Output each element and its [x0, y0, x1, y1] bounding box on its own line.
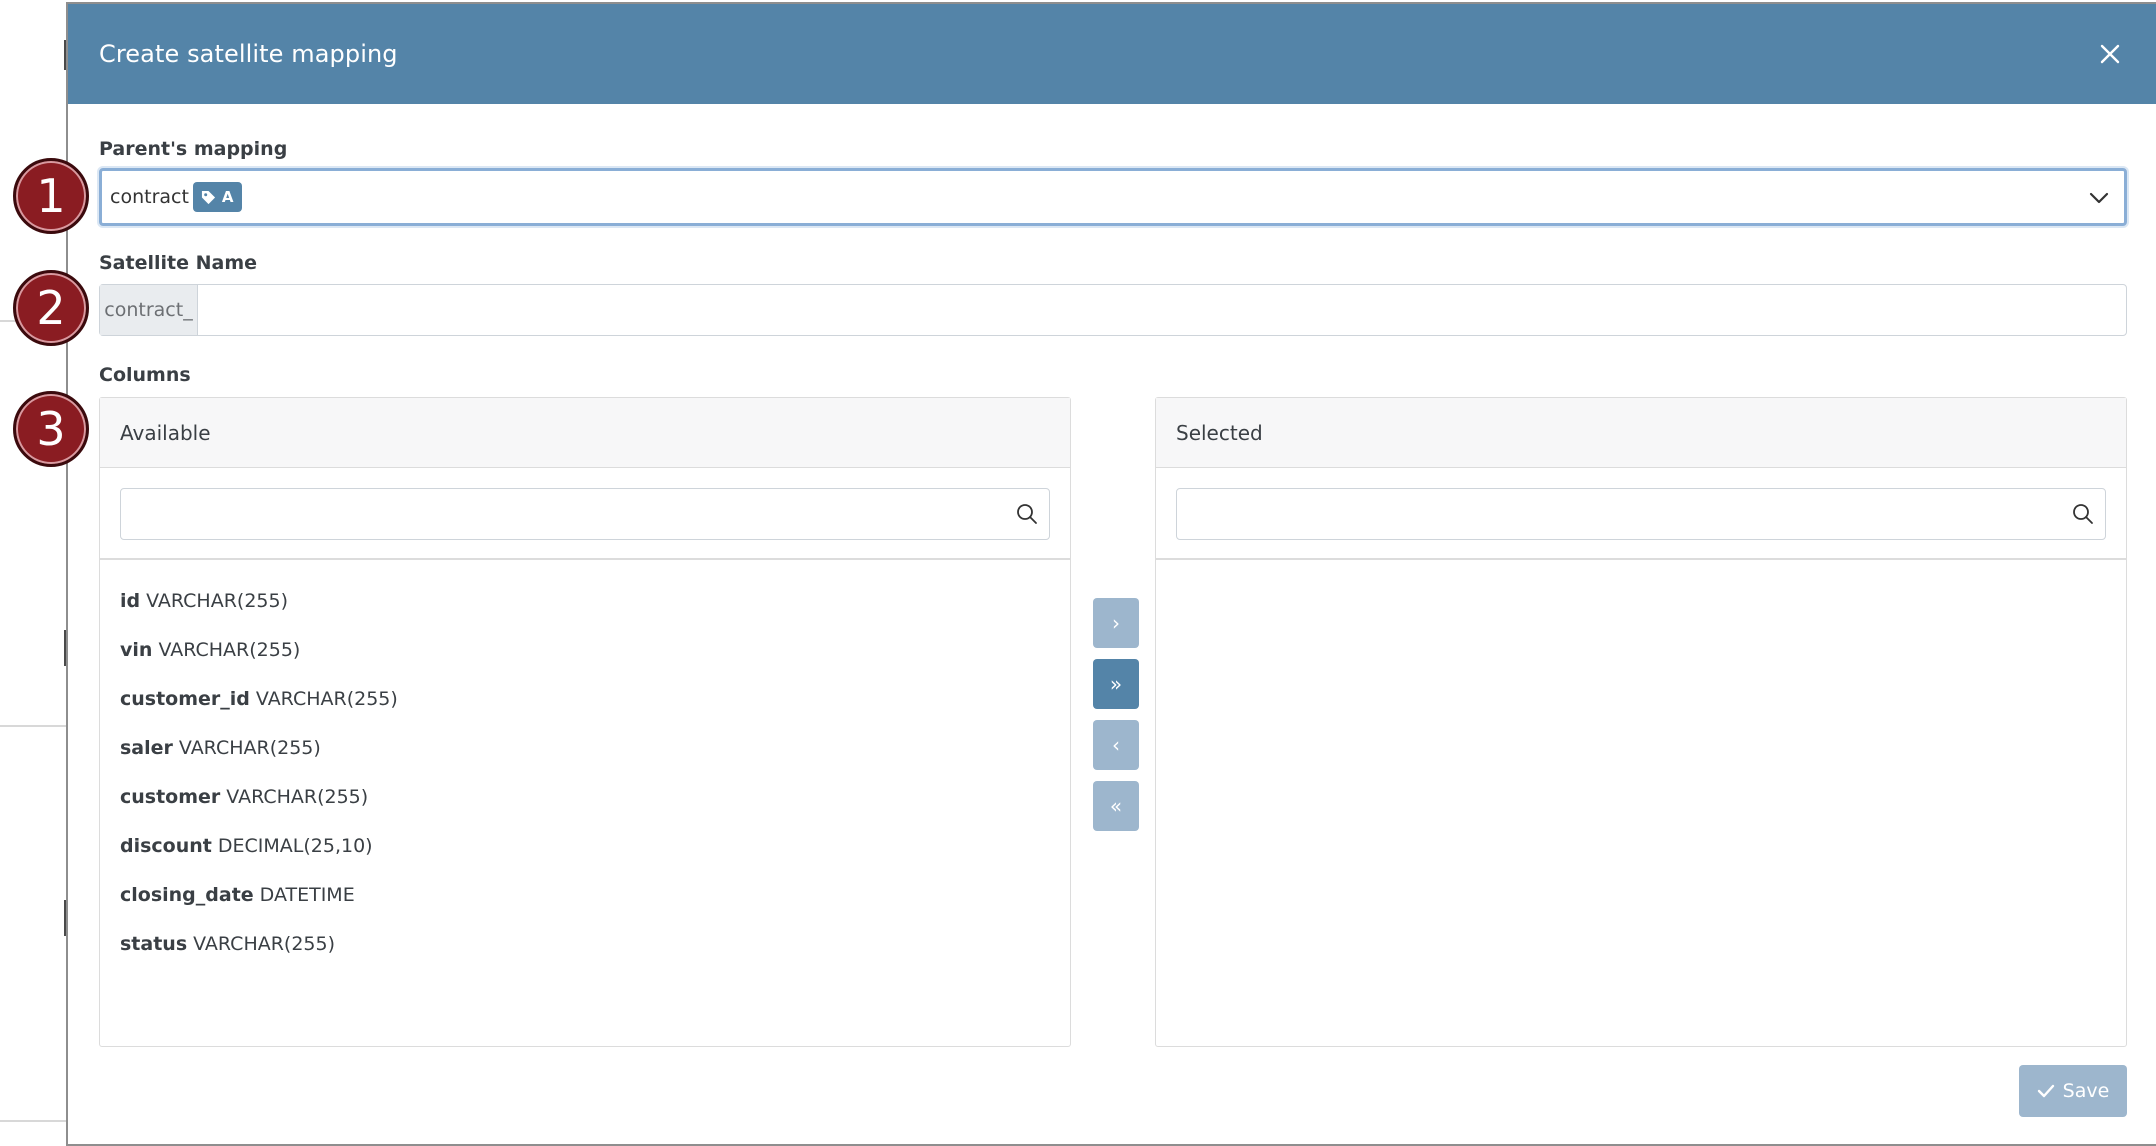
columns-label: Columns	[99, 364, 191, 386]
column-list-item[interactable]: customer_id VARCHAR(255)	[120, 674, 398, 723]
selected-panel-title: Selected	[1156, 398, 2126, 468]
move-all-right-button[interactable]: »	[1093, 659, 1139, 709]
column-name: vin	[120, 638, 153, 661]
column-name: discount	[120, 834, 212, 857]
mapping-type-badge-text: A	[221, 188, 234, 206]
chevron-down-icon	[2089, 192, 2109, 204]
check-icon	[2037, 1084, 2054, 1098]
column-name: status	[120, 932, 188, 955]
selected-search-input[interactable]	[1177, 489, 2071, 539]
column-type: VARCHAR(255)	[226, 785, 369, 808]
column-list-item[interactable]: saler VARCHAR(255)	[120, 723, 398, 772]
step-marker-1: 1	[13, 158, 89, 234]
save-button-label: Save	[2062, 1080, 2110, 1102]
parent-mapping-select[interactable]: contract A	[99, 168, 2127, 226]
background-fragment	[0, 725, 68, 727]
column-list-item[interactable]: id VARCHAR(255)	[120, 576, 398, 625]
column-list-item[interactable]: status VARCHAR(255)	[120, 919, 398, 968]
satellite-name-label: Satellite Name	[99, 252, 258, 274]
step-marker-2: 2	[13, 270, 89, 346]
column-list-item[interactable]: vin VARCHAR(255)	[120, 625, 398, 674]
column-type: VARCHAR(255)	[193, 932, 336, 955]
column-type: VARCHAR(255)	[255, 687, 398, 710]
satellite-name-prefix: contract_	[100, 285, 198, 335]
save-button[interactable]: Save	[2019, 1065, 2127, 1117]
column-type: VARCHAR(255)	[178, 736, 321, 759]
column-type: DECIMAL(25,10)	[217, 834, 373, 857]
tag-icon	[201, 190, 215, 204]
search-icon	[1017, 504, 1037, 524]
move-left-button[interactable]: ‹	[1093, 720, 1139, 770]
satellite-name-group: contract_	[99, 284, 2127, 336]
column-name: customer_id	[120, 687, 250, 710]
create-satellite-mapping-dialog: Create satellite mapping Parent's mappin…	[66, 2, 2156, 1146]
chevron-right-icon: ›	[1112, 611, 1120, 635]
satellite-name-input[interactable]	[198, 285, 2126, 335]
column-name: saler	[120, 736, 173, 759]
modal-header: Create satellite mapping	[68, 4, 2156, 104]
column-type: VARCHAR(255)	[158, 638, 301, 661]
parent-mapping-label: Parent's mapping	[99, 138, 288, 160]
column-name: id	[120, 589, 141, 612]
search-icon	[2073, 504, 2093, 524]
chevron-left-icon: ‹	[1112, 733, 1120, 757]
move-right-button[interactable]: ›	[1093, 598, 1139, 648]
double-chevron-left-icon: «	[1109, 794, 1123, 818]
selected-columns-panel: Selected	[1155, 397, 2127, 1047]
column-list-item[interactable]: closing_date DATETIME	[120, 870, 398, 919]
double-chevron-right-icon: »	[1109, 672, 1123, 696]
background-fragment	[0, 1120, 68, 1122]
available-search-box	[120, 488, 1050, 540]
close-icon	[2100, 44, 2120, 64]
available-search-input[interactable]	[121, 489, 1015, 539]
panel-divider	[100, 558, 1070, 560]
selected-search-box	[1176, 488, 2106, 540]
available-panel-title: Available	[100, 398, 1070, 468]
mapping-type-badge: A	[192, 182, 242, 212]
column-list-item[interactable]: customer VARCHAR(255)	[120, 772, 398, 821]
move-all-left-button[interactable]: «	[1093, 781, 1139, 831]
modal-title: Create satellite mapping	[99, 40, 398, 68]
step-marker-3: 3	[13, 391, 89, 467]
available-columns-list: id VARCHAR(255) vin VARCHAR(255) customer_id…	[120, 576, 398, 968]
column-list-item[interactable]: discount DECIMAL(25,10)	[120, 821, 398, 870]
parent-mapping-value: contract	[110, 186, 189, 208]
column-name: customer	[120, 785, 221, 808]
column-type: VARCHAR(255)	[146, 589, 289, 612]
close-button[interactable]	[2094, 38, 2126, 70]
column-name: closing_date	[120, 883, 254, 906]
available-columns-panel: Available id VARCHAR(255) vin VARCHAR(255) c…	[99, 397, 1071, 1047]
column-type: DATETIME	[259, 883, 355, 906]
panel-divider	[1156, 558, 2126, 560]
